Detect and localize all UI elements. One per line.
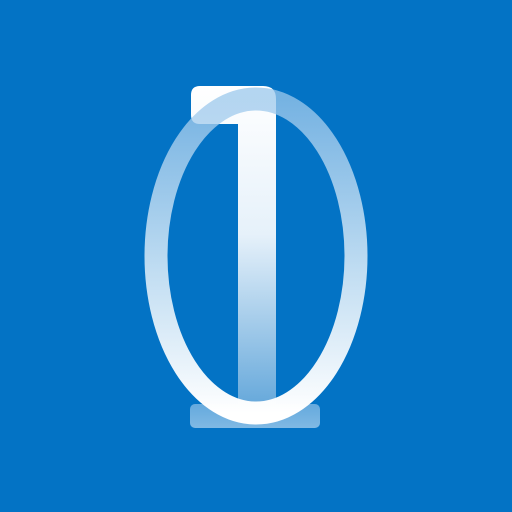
one-zero-logo-icon	[144, 86, 368, 428]
app-icon-canvas: 1 0	[0, 0, 512, 512]
